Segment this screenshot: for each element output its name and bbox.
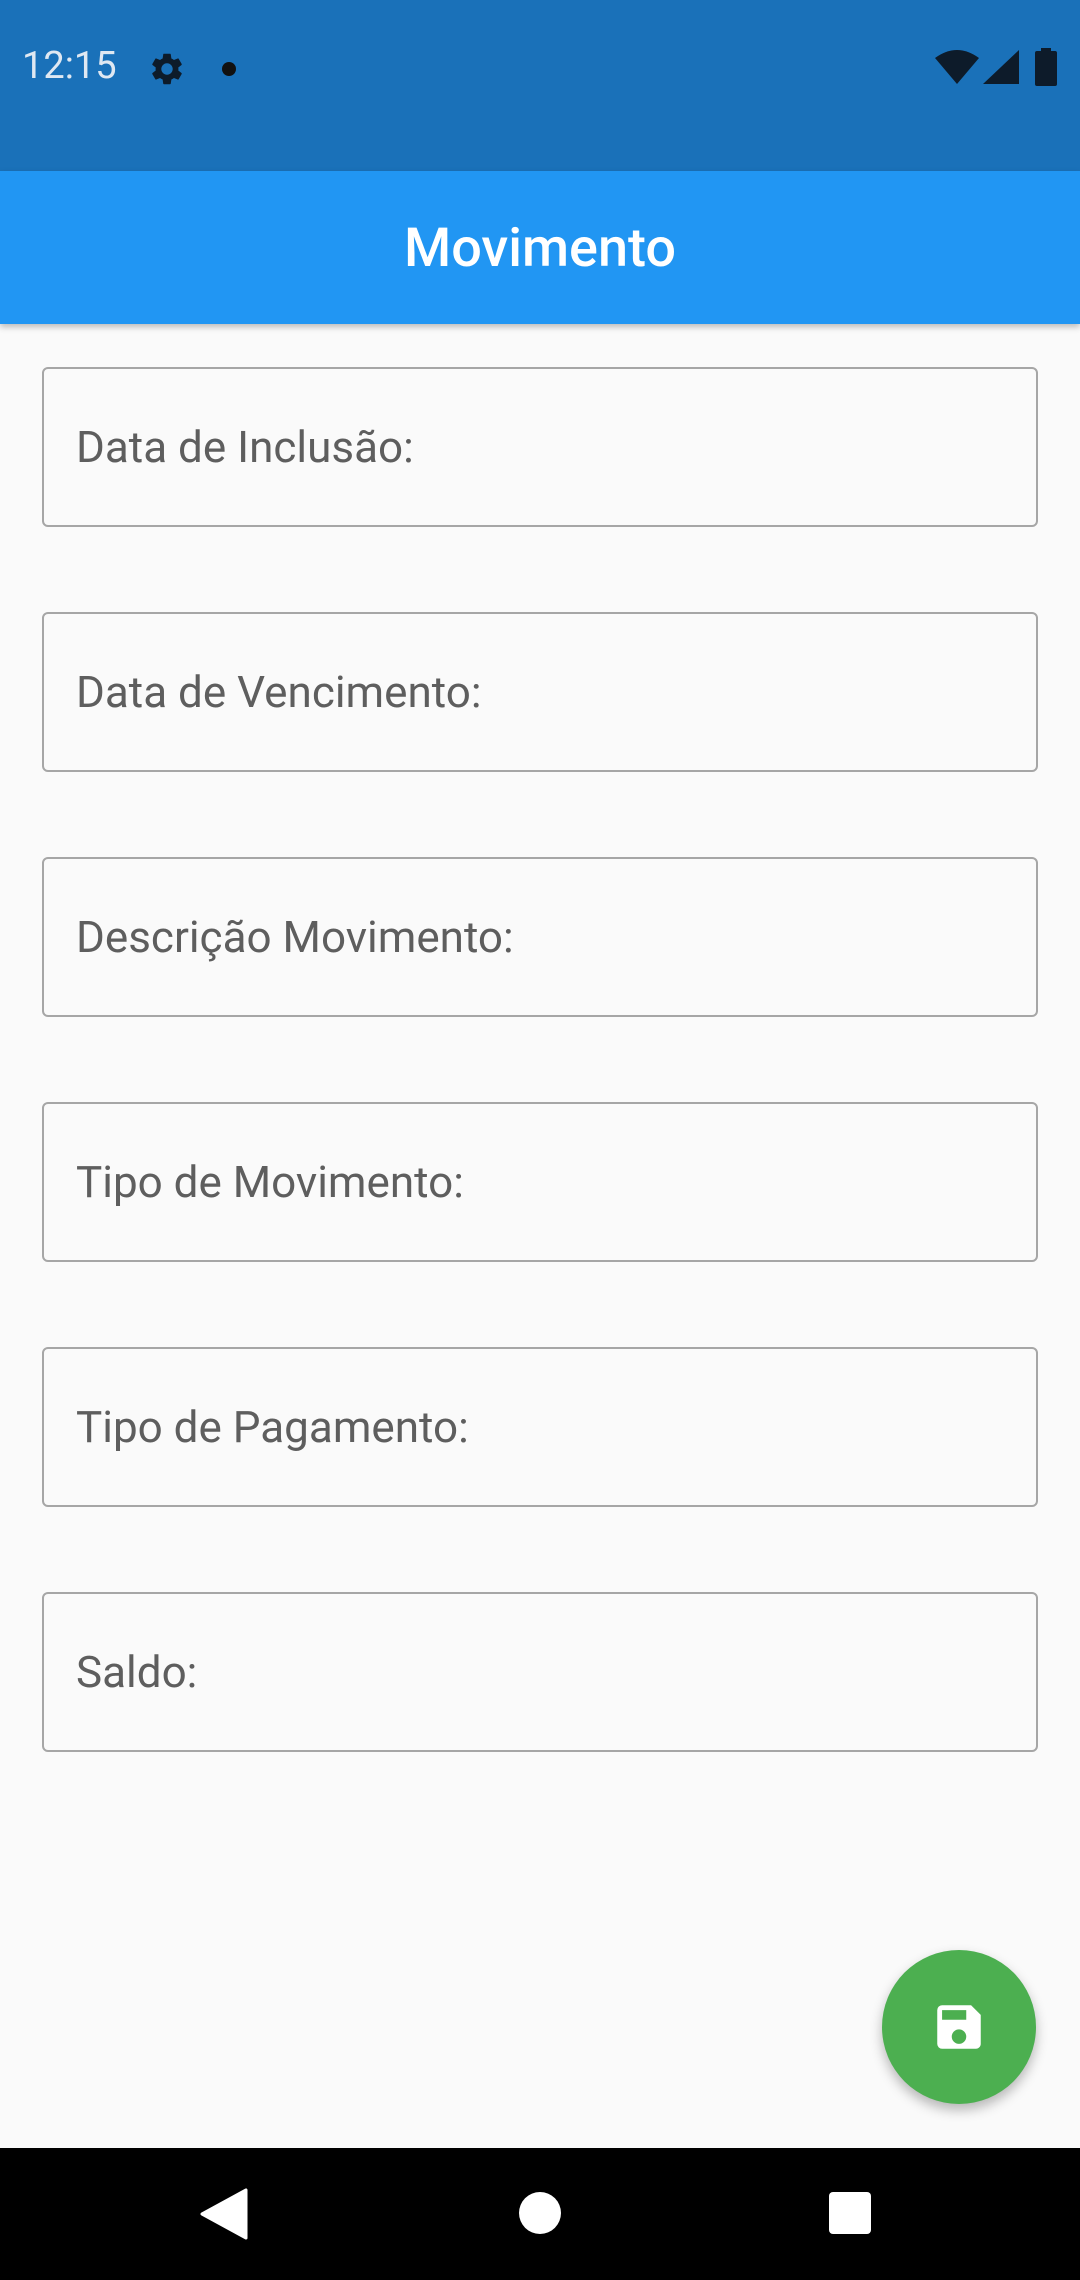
due-date-field[interactable]: Data de Vencimento: [42, 612, 1038, 772]
movement-form: Data de Inclusão: Data de Vencimento: De… [42, 367, 1038, 1837]
payment-type-field[interactable]: Tipo de Pagamento: [42, 1347, 1038, 1507]
save-icon [937, 2005, 981, 2049]
status-time: 12:15 [22, 44, 117, 88]
inclusion-date-field[interactable]: Data de Inclusão: [42, 367, 1038, 527]
navigation-bar [0, 2148, 1080, 2280]
balance-field[interactable]: Saldo: [42, 1592, 1038, 1752]
app-bar: Movimento [0, 171, 1080, 324]
description-label: Descrição Movimento: [76, 911, 514, 963]
page-title: Movimento [403, 217, 677, 280]
description-field[interactable]: Descrição Movimento: [42, 857, 1038, 1017]
back-icon[interactable] [200, 2188, 248, 2240]
status-bar: 12:15 [0, 0, 1080, 171]
due-date-label: Data de Vencimento: [76, 666, 482, 718]
payment-type-label: Tipo de Pagamento: [76, 1401, 469, 1453]
inclusion-date-label: Data de Inclusão: [76, 421, 414, 473]
movement-type-field[interactable]: Tipo de Movimento: [42, 1102, 1038, 1262]
notification-dot-icon [222, 62, 236, 76]
movement-type-label: Tipo de Movimento: [76, 1156, 464, 1208]
gear-icon [148, 50, 186, 88]
save-button[interactable] [882, 1950, 1036, 2104]
recents-icon[interactable] [829, 2192, 871, 2234]
wifi-icon [935, 50, 979, 84]
signal-icon [983, 50, 1019, 84]
balance-label: Saldo: [76, 1646, 198, 1698]
home-icon[interactable] [519, 2192, 561, 2234]
battery-icon [1035, 48, 1057, 86]
